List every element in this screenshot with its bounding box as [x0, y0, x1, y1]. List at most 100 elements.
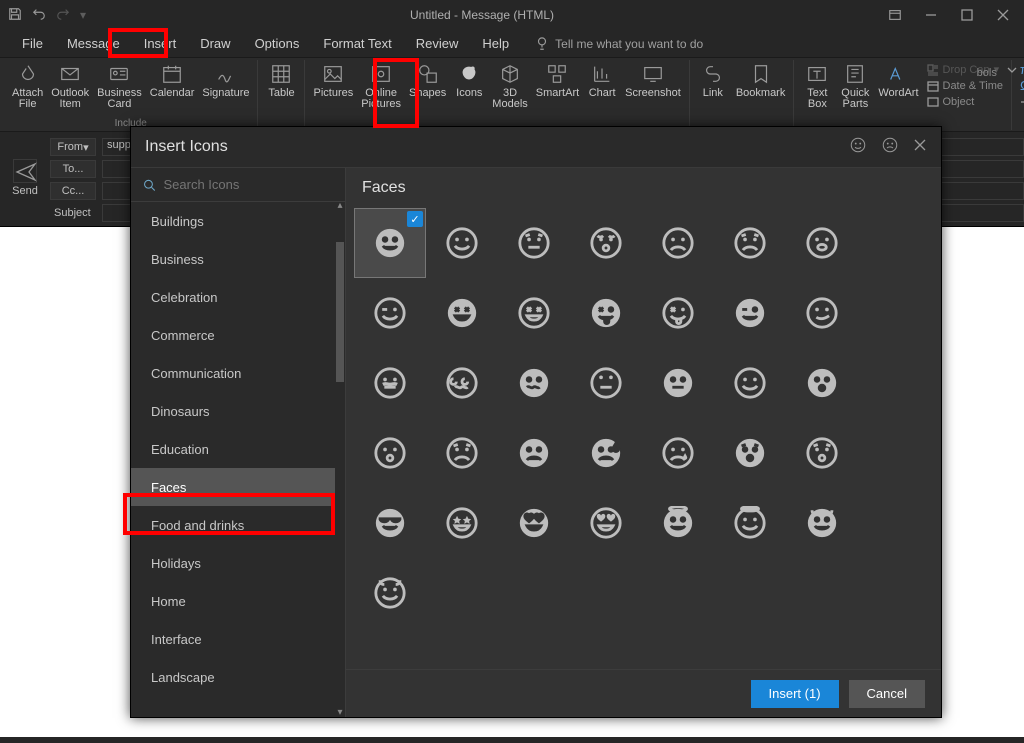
search-icons-field[interactable] — [131, 168, 345, 202]
datetime-button[interactable]: Date & Time — [927, 78, 1004, 94]
feedback-smile-icon[interactable] — [849, 136, 867, 159]
category-education[interactable]: Education — [131, 430, 335, 468]
send-icon[interactable] — [13, 159, 37, 183]
category-dinosaurs[interactable]: Dinosaurs — [131, 392, 335, 430]
icon-anxious-filled[interactable] — [570, 418, 642, 488]
dialog-close-icon[interactable] — [913, 138, 927, 157]
icon-oval-outline[interactable] — [786, 208, 858, 278]
icon-smile2-outline[interactable] — [714, 348, 786, 418]
icon-star-outline[interactable] — [426, 488, 498, 558]
icon-sad-outline[interactable] — [642, 208, 714, 278]
category-food-and-drinks[interactable]: Food and drinks — [131, 506, 335, 544]
tab-file[interactable]: File — [10, 30, 55, 57]
shapes-button[interactable]: Shapes — [405, 60, 450, 118]
icon-cool-filled[interactable] — [354, 488, 426, 558]
signature-button[interactable]: Signature — [198, 60, 253, 118]
icon-wink-outline[interactable] — [354, 278, 426, 348]
tab-insert[interactable]: Insert — [132, 30, 189, 57]
chart-button[interactable]: Chart — [583, 60, 621, 118]
equation-button[interactable]: π Equation ▾ — [1020, 62, 1024, 78]
save-icon[interactable] — [8, 7, 22, 24]
tab-message[interactable]: Message — [55, 30, 132, 57]
business-card-button[interactable]: Business Card — [93, 60, 146, 118]
icon-smirk-outline[interactable] — [786, 278, 858, 348]
tab-options[interactable]: Options — [243, 30, 312, 57]
grid-scrollbar[interactable] — [929, 208, 941, 669]
tab-draw[interactable]: Draw — [188, 30, 242, 57]
minimize-button[interactable] — [914, 2, 948, 28]
table-button[interactable]: Table — [262, 60, 300, 118]
icon-neutral-outline[interactable] — [498, 208, 570, 278]
cc-button[interactable]: Cc... — [50, 182, 96, 200]
scroll-thumb[interactable] — [336, 242, 344, 382]
icon-heart-filled[interactable] — [498, 488, 570, 558]
symbol-button[interactable]: Ω Symbol ▾ — [1020, 78, 1024, 94]
scroll-down-icon[interactable]: ▾ — [336, 709, 344, 717]
feedback-frown-icon[interactable] — [881, 136, 899, 159]
icon-devil-outline[interactable] — [354, 558, 426, 628]
close-button[interactable] — [986, 2, 1020, 28]
icon-confused-filled[interactable] — [498, 348, 570, 418]
category-interface[interactable]: Interface — [131, 620, 335, 658]
icon-devil-filled[interactable] — [786, 488, 858, 558]
maximize-button[interactable] — [950, 2, 984, 28]
ribbon-options-icon[interactable] — [878, 2, 912, 28]
from-button[interactable]: From ▾ — [50, 138, 96, 156]
calendar-button[interactable]: Calendar — [146, 60, 199, 118]
cancel-button[interactable]: Cancel — [849, 680, 925, 708]
outlook-item-button[interactable]: Outlook Item — [47, 60, 93, 118]
qat-more-icon[interactable]: ▾ — [80, 8, 86, 22]
icon-tongue-outline[interactable] — [642, 278, 714, 348]
icon-surprised-outline[interactable] — [354, 418, 426, 488]
icon-sad-filled[interactable] — [498, 418, 570, 488]
3d-models-button[interactable]: 3D Models — [488, 60, 531, 118]
icon-scared-filled[interactable] — [714, 418, 786, 488]
category-commerce[interactable]: Commerce — [131, 316, 335, 354]
icon-mustache-outline[interactable] — [354, 348, 426, 418]
icon-halo-filled[interactable] — [642, 488, 714, 558]
tab-format-text[interactable]: Format Text — [311, 30, 403, 57]
quickparts-button[interactable]: Quick Parts — [836, 60, 874, 118]
icon-grin-x-outline[interactable] — [498, 278, 570, 348]
category-scrollbar[interactable]: ▴ ▾ — [335, 202, 345, 717]
icon-smile-filled[interactable] — [354, 208, 426, 278]
icon-tongue-filled[interactable] — [570, 278, 642, 348]
icon-heart-outline[interactable] — [570, 488, 642, 558]
collapse-ribbon-icon[interactable]: bols — [977, 64, 1018, 79]
category-business[interactable]: Business — [131, 240, 335, 278]
scroll-up-icon[interactable]: ▴ — [336, 202, 344, 210]
attach-file-button[interactable]: Attach File — [8, 60, 47, 118]
icon-eyeroll-outline[interactable] — [570, 348, 642, 418]
category-landscape[interactable]: Landscape — [131, 658, 335, 696]
category-celebration[interactable]: Celebration — [131, 278, 335, 316]
icon-worried-outline[interactable] — [426, 418, 498, 488]
textbox-button[interactable]: Text Box — [798, 60, 836, 118]
icon-open-outline[interactable] — [570, 208, 642, 278]
icon-neutral-filled[interactable] — [642, 348, 714, 418]
icon-grin-x-filled[interactable] — [426, 278, 498, 348]
icon-sad-outline-2[interactable] — [714, 208, 786, 278]
screenshot-button[interactable]: Screenshot — [621, 60, 685, 118]
category-holidays[interactable]: Holidays — [131, 544, 335, 582]
icon-halo-outline[interactable] — [714, 488, 786, 558]
to-button[interactable]: To... — [50, 160, 96, 178]
tab-help[interactable]: Help — [470, 30, 521, 57]
category-communication[interactable]: Communication — [131, 354, 335, 392]
smartart-button[interactable]: SmartArt — [532, 60, 583, 118]
icon-wink-filled[interactable] — [714, 278, 786, 348]
icon-smile-outline[interactable] — [426, 208, 498, 278]
undo-icon[interactable] — [32, 7, 46, 24]
insert-button[interactable]: Insert (1) — [751, 680, 839, 708]
category-home[interactable]: Home — [131, 582, 335, 620]
icon-cry-outline[interactable] — [642, 418, 714, 488]
object-button[interactable]: Object — [927, 94, 1004, 110]
icon-surprised-filled[interactable] — [786, 348, 858, 418]
tell-me-search[interactable]: Tell me what you want to do — [521, 30, 703, 57]
icon-scared-outline[interactable] — [786, 418, 858, 488]
wordart-button[interactable]: WordArt — [874, 60, 922, 118]
search-icons-input[interactable] — [163, 177, 333, 192]
bookmark-button[interactable]: Bookmark — [732, 60, 790, 118]
horizontal-line-button[interactable]: Horizontal Line — [1020, 94, 1024, 110]
tab-review[interactable]: Review — [404, 30, 471, 57]
online-pictures-button[interactable]: Online Pictures — [357, 60, 405, 118]
